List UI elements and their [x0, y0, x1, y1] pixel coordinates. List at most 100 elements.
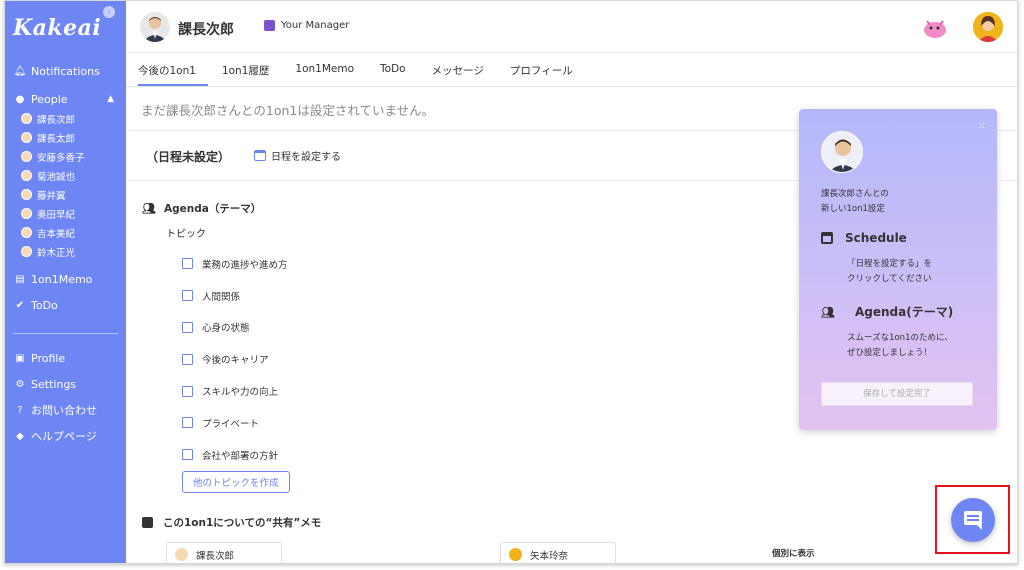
- avatar: [21, 113, 32, 124]
- person-name: 奥田早紀: [37, 209, 76, 221]
- collapse-sidebar-icon[interactable]: ‹: [103, 6, 115, 18]
- tab-1on1memo[interactable]: 1on1Memo: [295, 53, 366, 86]
- sidebar-item-label: 1on1Memo: [31, 272, 93, 286]
- panel-text-line: 「日程を設定する」を: [847, 259, 933, 269]
- sidebar-item-profile[interactable]: ▣ Profile: [5, 348, 126, 368]
- show-separately-toggle[interactable]: 個別に表示: [772, 547, 815, 559]
- sidebar-item-people[interactable]: ● People ▲: [5, 89, 126, 109]
- topic-item[interactable]: プライベート: [182, 407, 288, 439]
- sidebar-divider: [13, 333, 118, 334]
- topic-item[interactable]: 心身の状態: [182, 312, 288, 344]
- avatar: [21, 227, 32, 238]
- calendar-icon: [254, 150, 266, 161]
- people-list-item[interactable]: 菊池誠也: [5, 166, 126, 185]
- panel-heading-label: Agenda(テーマ): [854, 305, 954, 319]
- check-circle-icon: ✔: [15, 299, 25, 311]
- sidebar-item-help[interactable]: ◆ ヘルプページ: [5, 426, 126, 446]
- memo-tab-self[interactable]: 矢本玲奈: [500, 542, 616, 563]
- tab-messages[interactable]: メッセージ: [432, 53, 496, 86]
- panel-agenda-text: スムーズな1on1のために、 ぜひ設定しましょう！: [847, 331, 953, 361]
- panel-schedule-text: 「日程を設定する」を クリックしてください: [847, 257, 932, 287]
- set-schedule-button[interactable]: 日程を設定する: [254, 148, 341, 163]
- not-scheduled-notice: まだ課長次郎さんとの1on1は設定されていません。: [141, 103, 435, 118]
- chat-icon: [964, 511, 982, 530]
- agenda-title: Agenda（テーマ）: [163, 203, 262, 215]
- checkbox[interactable]: [182, 258, 193, 270]
- sidebar-item-contact[interactable]: ? お問い合わせ: [5, 400, 126, 420]
- sidebar-item-label: お問い合わせ: [31, 404, 97, 417]
- sidebar-item-label: ToDo: [31, 298, 58, 312]
- memo-tab-label: 課長次郎: [196, 550, 235, 562]
- tab-upcoming-1on1[interactable]: 今後の1on1: [138, 53, 208, 86]
- checkbox[interactable]: [182, 353, 193, 365]
- tab-profile[interactable]: プロフィール: [510, 53, 585, 86]
- panel-agenda-heading: 👥︎ Agenda(テーマ): [821, 303, 953, 320]
- people-icon: 👥︎: [142, 202, 156, 215]
- tab-todo[interactable]: ToDo: [380, 53, 418, 86]
- topic-item[interactable]: 人間関係: [182, 280, 288, 312]
- chat-icon-line: [967, 519, 979, 521]
- sidebar-item-notifications[interactable]: 🔔︎ Notifications: [5, 61, 126, 81]
- topic-item[interactable]: 会社や部署の方針: [182, 439, 288, 471]
- sidebar-item-label: Profile: [31, 351, 66, 365]
- person-name: 吉本美紀: [37, 228, 76, 240]
- chevron-up-icon[interactable]: ▲: [107, 94, 114, 104]
- user-avatar[interactable]: [973, 12, 1003, 42]
- people-list-item[interactable]: 奥田早紀: [5, 204, 126, 223]
- avatar: [509, 548, 522, 561]
- topic-label: 業務の進捗や進め方: [202, 259, 288, 271]
- memo-tab-label: 矢本玲奈: [530, 550, 569, 562]
- person-name: 課長太郎: [37, 133, 76, 145]
- graduation-cap-icon: ◆: [16, 430, 24, 442]
- topic-item[interactable]: 業務の進捗や進め方: [182, 248, 288, 280]
- topic-item[interactable]: 今後のキャリア: [182, 343, 288, 375]
- logo: Kakeai: [13, 15, 102, 41]
- avatar: [21, 170, 32, 181]
- people-list-item[interactable]: 鈴木正光: [5, 242, 126, 261]
- topic-label: プライベート: [202, 418, 260, 430]
- mascot-icon: [921, 15, 949, 41]
- checkbox[interactable]: [182, 449, 193, 461]
- shared-memo-heading: この1on1についての“共有”メモ: [142, 515, 321, 530]
- topic-label: トピック: [166, 229, 206, 240]
- checkbox[interactable]: [182, 290, 193, 302]
- people-list-item[interactable]: 藤井翼: [5, 185, 126, 204]
- panel-text-line: クリックしてください: [847, 274, 932, 284]
- save-and-complete-button[interactable]: 保存して設定完了: [821, 382, 973, 406]
- checkbox[interactable]: [182, 321, 193, 333]
- people-list-item[interactable]: 課長次郎: [5, 109, 126, 128]
- id-card-icon: ▣: [15, 352, 25, 364]
- sidebar-item-todo[interactable]: ✔ ToDo: [5, 295, 126, 315]
- gear-icon: ⚙: [15, 378, 25, 390]
- sidebar-item-label: Settings: [31, 377, 77, 391]
- person-name: 藤井翼: [37, 190, 66, 202]
- memo-tab-manager[interactable]: 課長次郎: [166, 542, 282, 563]
- collapse-panel-icon[interactable]: ⁙: [978, 121, 986, 132]
- add-topic-button[interactable]: 他のトピックを作成: [182, 471, 290, 493]
- people-list-item[interactable]: 課長太郎: [5, 128, 126, 147]
- checkbox[interactable]: [182, 417, 193, 429]
- topic-checklist: 業務の進捗や進め方 人間関係 心身の状態 今後のキャリア スキルや力の向上 プラ…: [182, 248, 288, 471]
- member-name: 課長次郎: [178, 22, 234, 38]
- topic-label: 人間関係: [202, 291, 241, 303]
- tab-1on1-history[interactable]: 1on1履歴: [222, 53, 281, 86]
- person-name: 課長次郎: [37, 114, 76, 126]
- checkbox[interactable]: [182, 385, 193, 397]
- person-name: 菊池誠也: [37, 171, 76, 183]
- person-name: 鈴木正光: [37, 247, 76, 259]
- set-schedule-label: 日程を設定する: [271, 152, 341, 163]
- sidebar: Kakeai ‹ 🔔︎ Notifications ● People ▲ 課長次…: [5, 1, 126, 563]
- avatar: [175, 548, 188, 561]
- topic-item[interactable]: スキルや力の向上: [182, 375, 288, 407]
- panel-intro: 課長次郎さんとの 新しい1on1設定: [821, 187, 889, 217]
- people-list-item[interactable]: 安藤多香子: [5, 147, 126, 166]
- people-list-item[interactable]: 吉本美紀: [5, 223, 126, 242]
- chat-button[interactable]: [951, 498, 995, 542]
- sidebar-item-1on1memo[interactable]: ▤ 1on1Memo: [5, 269, 126, 289]
- panel-intro-line: 課長次郎さんとの: [821, 189, 889, 199]
- avatar: [21, 132, 32, 143]
- tab-bar: 今後の1on1 1on1履歴 1on1Memo ToDo メッセージ プロフィー…: [126, 53, 1017, 87]
- schedule-title: （日程未設定）: [146, 150, 231, 164]
- setup-guide-panel: ⁙ 課長次郎さんとの 新しい1on1設定 Schedule 「日程を設定する」を…: [799, 109, 997, 430]
- sidebar-item-settings[interactable]: ⚙ Settings: [5, 374, 126, 394]
